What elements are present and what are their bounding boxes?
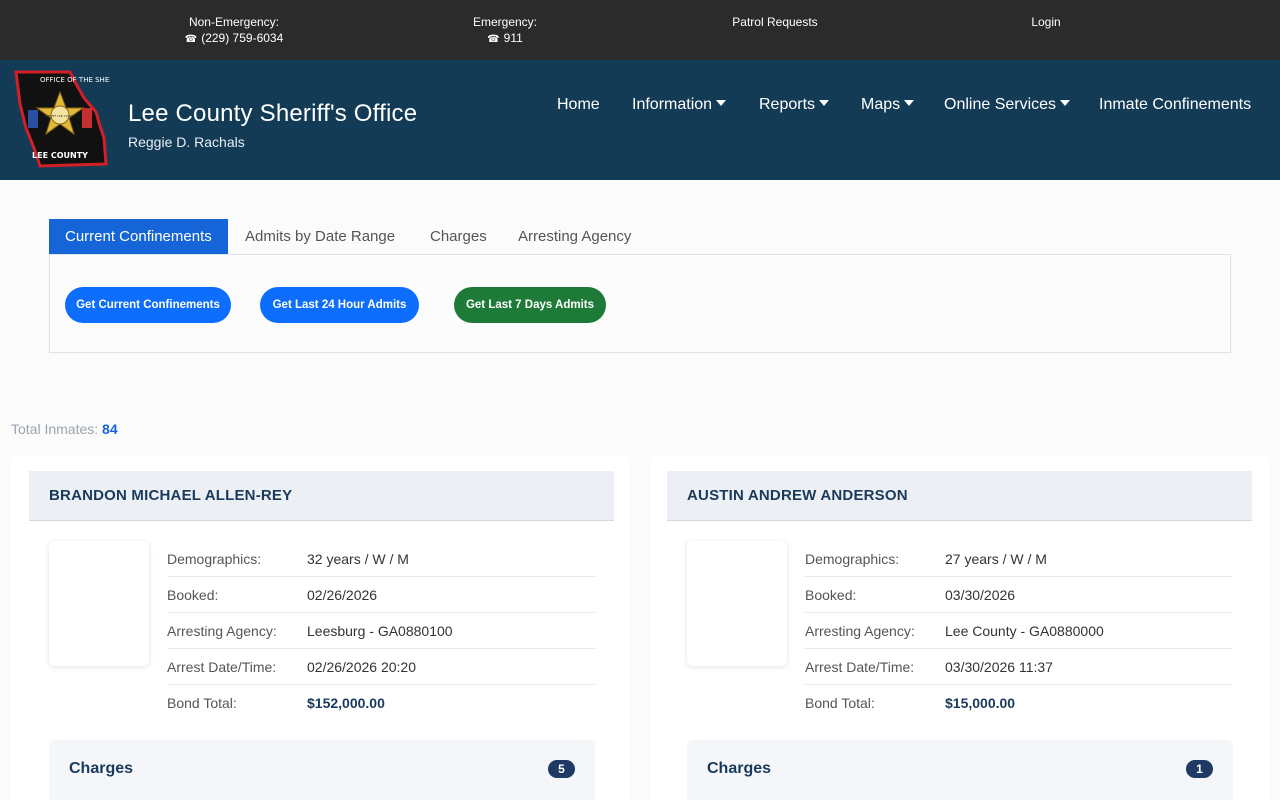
tab-arresting-agency[interactable]: Arresting Agency: [502, 219, 647, 255]
tab-current-confinements[interactable]: Current Confinements: [49, 219, 228, 255]
arresting-agency-value: Leesburg - GA0880100: [307, 623, 453, 639]
caret-down-icon: [819, 100, 830, 106]
arrest-datetime-label: Arrest Date/Time:: [167, 659, 277, 675]
inmate-details: Demographics: 27 years / W / M Booked: 03/…: [805, 541, 1233, 721]
arrest-datetime-value: 03/30/2026 11:37: [945, 659, 1053, 675]
caret-down-icon: [716, 100, 727, 106]
nav-information[interactable]: Information: [632, 96, 727, 116]
emergency-contact[interactable]: Emergency: ☎ 911: [460, 14, 550, 48]
arresting-agency-label: Arresting Agency:: [167, 623, 277, 639]
inmate-card: AUSTIN ANDREW ANDERSON Demographics: 27 y…: [649, 455, 1269, 800]
charges-accordion[interactable]: Charges 1: [687, 740, 1233, 800]
nav-online-services[interactable]: Online Services: [944, 96, 1071, 116]
inmate-photo[interactable]: [49, 541, 149, 666]
detail-row: Arrest Date/Time: 03/30/2026 11:37: [805, 649, 1233, 685]
get-current-confinements-button[interactable]: Get Current Confinements: [65, 287, 231, 323]
caret-down-icon: [904, 100, 915, 106]
detail-row: Bond Total: $15,000.00: [805, 685, 1233, 721]
total-inmates-label: Total Inmates:: [11, 421, 99, 437]
detail-row: Booked: 03/30/2026: [805, 577, 1233, 613]
arrest-datetime-label: Arrest Date/Time:: [805, 659, 915, 675]
detail-row: Arresting Agency: Lee County - GA0880000: [805, 613, 1233, 649]
inmate-card-header[interactable]: BRANDON MICHAEL ALLEN-REY: [29, 471, 614, 521]
inmate-card: BRANDON MICHAEL ALLEN-REY Demographics: 3…: [11, 455, 631, 800]
nav-label: Inmate Confinements: [1099, 96, 1252, 113]
arrest-datetime-value: 02/26/2026 20:20: [307, 659, 416, 675]
inmate-photo[interactable]: [687, 541, 787, 666]
demographics-label: Demographics:: [805, 551, 900, 567]
tab-admits-by-date-range[interactable]: Admits by Date Range: [229, 219, 411, 255]
site-subtitle: Reggie D. Rachals: [128, 134, 245, 150]
tab-panel: Get Current Confinements Get Last 24 Hou…: [49, 254, 1231, 353]
non-emergency-phone[interactable]: (229) 759-6034: [201, 31, 283, 45]
demographics-label: Demographics:: [167, 551, 262, 567]
inmate-name[interactable]: BRANDON MICHAEL ALLEN-REY: [49, 487, 292, 504]
nav-label: Online Services: [944, 96, 1057, 113]
nav-label: Home: [557, 96, 600, 113]
login-link[interactable]: Login: [1016, 14, 1076, 30]
nav-home[interactable]: Home: [557, 96, 600, 116]
total-inmates: Total Inmates: 84: [11, 421, 118, 437]
phone-icon: ☎: [487, 34, 500, 45]
booked-value: 02/26/2026: [307, 587, 378, 603]
tab-charges[interactable]: Charges: [414, 219, 503, 255]
logo-text-top: OFFICE OF THE SHERIFF: [40, 76, 110, 84]
non-emergency-contact[interactable]: Non-Emergency: ☎ (229) 759-6034: [170, 14, 298, 48]
sheriff-logo[interactable]: OFFICE OF THE SHERIFF SHERIFF LEE COUNTY…: [10, 68, 110, 172]
nav-label: Reports: [759, 96, 816, 113]
charges-count-badge: 1: [1186, 760, 1213, 778]
patrol-requests-link[interactable]: Patrol Requests: [720, 14, 830, 30]
emergency-phone[interactable]: 911: [504, 31, 523, 45]
nav-label: Maps: [861, 96, 901, 113]
bond-total-label: Bond Total:: [805, 695, 875, 711]
charges-count-badge: 5: [548, 760, 575, 778]
detail-row: Bond Total: $152,000.00: [167, 685, 595, 721]
arresting-agency-value: Lee County - GA0880000: [945, 623, 1104, 639]
inmate-details: Demographics: 32 years / W / M Booked: 02/…: [167, 541, 595, 721]
phone-icon: ☎: [184, 34, 198, 45]
charges-label: Charges: [707, 760, 772, 777]
emergency-label: Emergency:: [472, 15, 538, 29]
inmate-card-header[interactable]: AUSTIN ANDREW ANDERSON: [667, 471, 1252, 521]
charges-accordion[interactable]: Charges 5: [49, 740, 595, 800]
top-bar: Non-Emergency: ☎ (229) 759-6034 Emergency…: [0, 0, 1280, 60]
bond-total-value: $15,000.00: [945, 695, 1016, 711]
total-inmates-count: 84: [102, 421, 118, 437]
detail-row: Arresting Agency: Leesburg - GA0880100: [167, 613, 595, 649]
detail-row: Arrest Date/Time: 02/26/2026 20:20: [167, 649, 595, 685]
get-last-24-hour-admits-button[interactable]: Get Last 24 Hour Admits: [260, 287, 419, 323]
arresting-agency-label: Arresting Agency:: [805, 623, 915, 639]
logo-text-bottom: LEE COUNTY: [32, 151, 88, 160]
bond-total-label: Bond Total:: [167, 695, 237, 711]
site-header: OFFICE OF THE SHERIFF SHERIFF LEE COUNTY…: [0, 60, 1280, 180]
caret-down-icon: [1060, 100, 1071, 106]
logo-star-text: SHERIFF LEE COUNTY: [44, 114, 77, 118]
booked-label: Booked:: [805, 587, 857, 603]
site-title[interactable]: Lee County Sheriff's Office: [128, 100, 417, 128]
charges-label: Charges: [69, 760, 134, 777]
nav-reports[interactable]: Reports: [759, 96, 830, 116]
detail-row: Demographics: 32 years / W / M: [167, 541, 595, 577]
get-last-7-days-admits-button[interactable]: Get Last 7 Days Admits: [454, 287, 606, 323]
nav-inmate-confinements[interactable]: Inmate Confinements: [1099, 96, 1251, 116]
non-emergency-label: Non-Emergency:: [188, 15, 280, 29]
nav-maps[interactable]: Maps: [861, 96, 915, 116]
nav-label: Information: [632, 96, 713, 113]
detail-row: Demographics: 27 years / W / M: [805, 541, 1233, 577]
detail-row: Booked: 02/26/2026: [167, 577, 595, 613]
inmate-name[interactable]: AUSTIN ANDREW ANDERSON: [687, 487, 908, 504]
bond-total-value: $152,000.00: [307, 695, 385, 711]
booked-label: Booked:: [167, 587, 219, 603]
demographics-value: 32 years / W / M: [307, 551, 409, 567]
demographics-value: 27 years / W / M: [945, 551, 1047, 567]
booked-value: 03/30/2026: [945, 587, 1016, 603]
